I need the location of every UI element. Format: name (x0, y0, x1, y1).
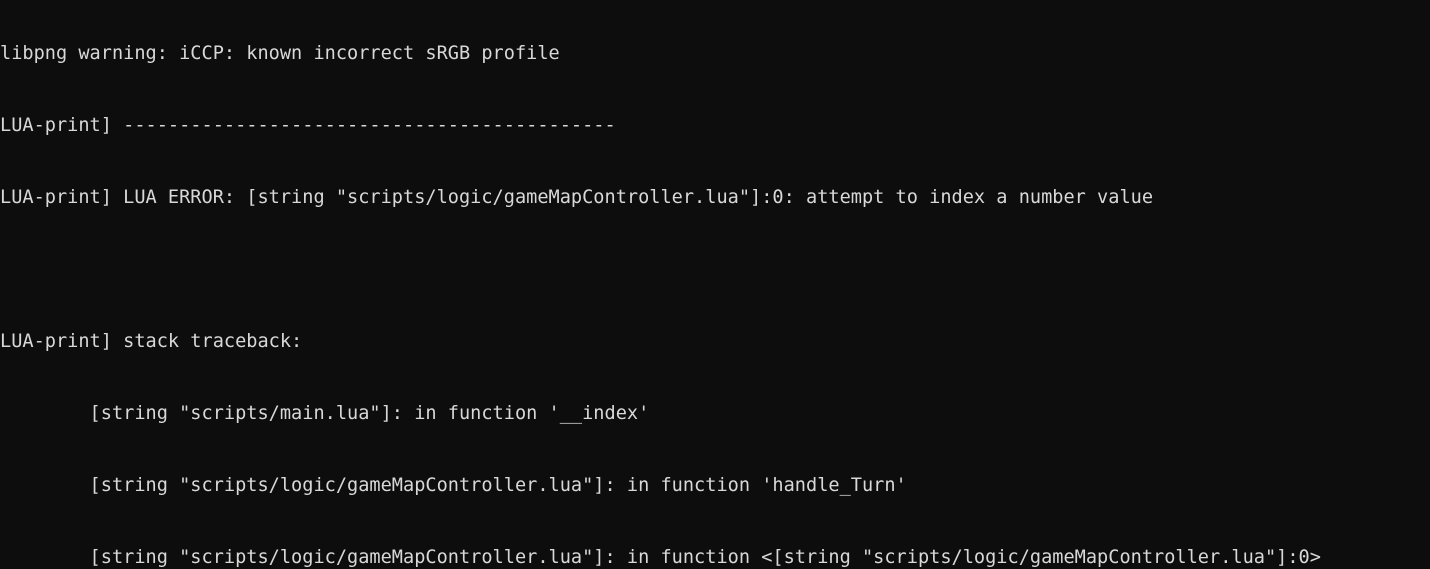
console-line: LUA-print] LUA ERROR: [string "scripts/l… (0, 187, 1154, 208)
console-line: [string "scripts/logic/gameMapController… (0, 547, 1321, 568)
console-line: libpng warning: iCCP: known incorrect sR… (0, 43, 560, 64)
console-line: LUA-print] stack traceback: (0, 331, 303, 352)
console-line: LUA-print] -----------------------------… (0, 115, 616, 136)
terminal-console-output[interactable]: libpng warning: iCCP: known incorrect sR… (0, 0, 1430, 569)
terminal-text-buffer: libpng warning: iCCP: known incorrect sR… (0, 0, 1430, 569)
console-line: [string "scripts/main.lua"]: in function… (0, 403, 650, 424)
console-line: [string "scripts/logic/gameMapController… (0, 475, 907, 496)
